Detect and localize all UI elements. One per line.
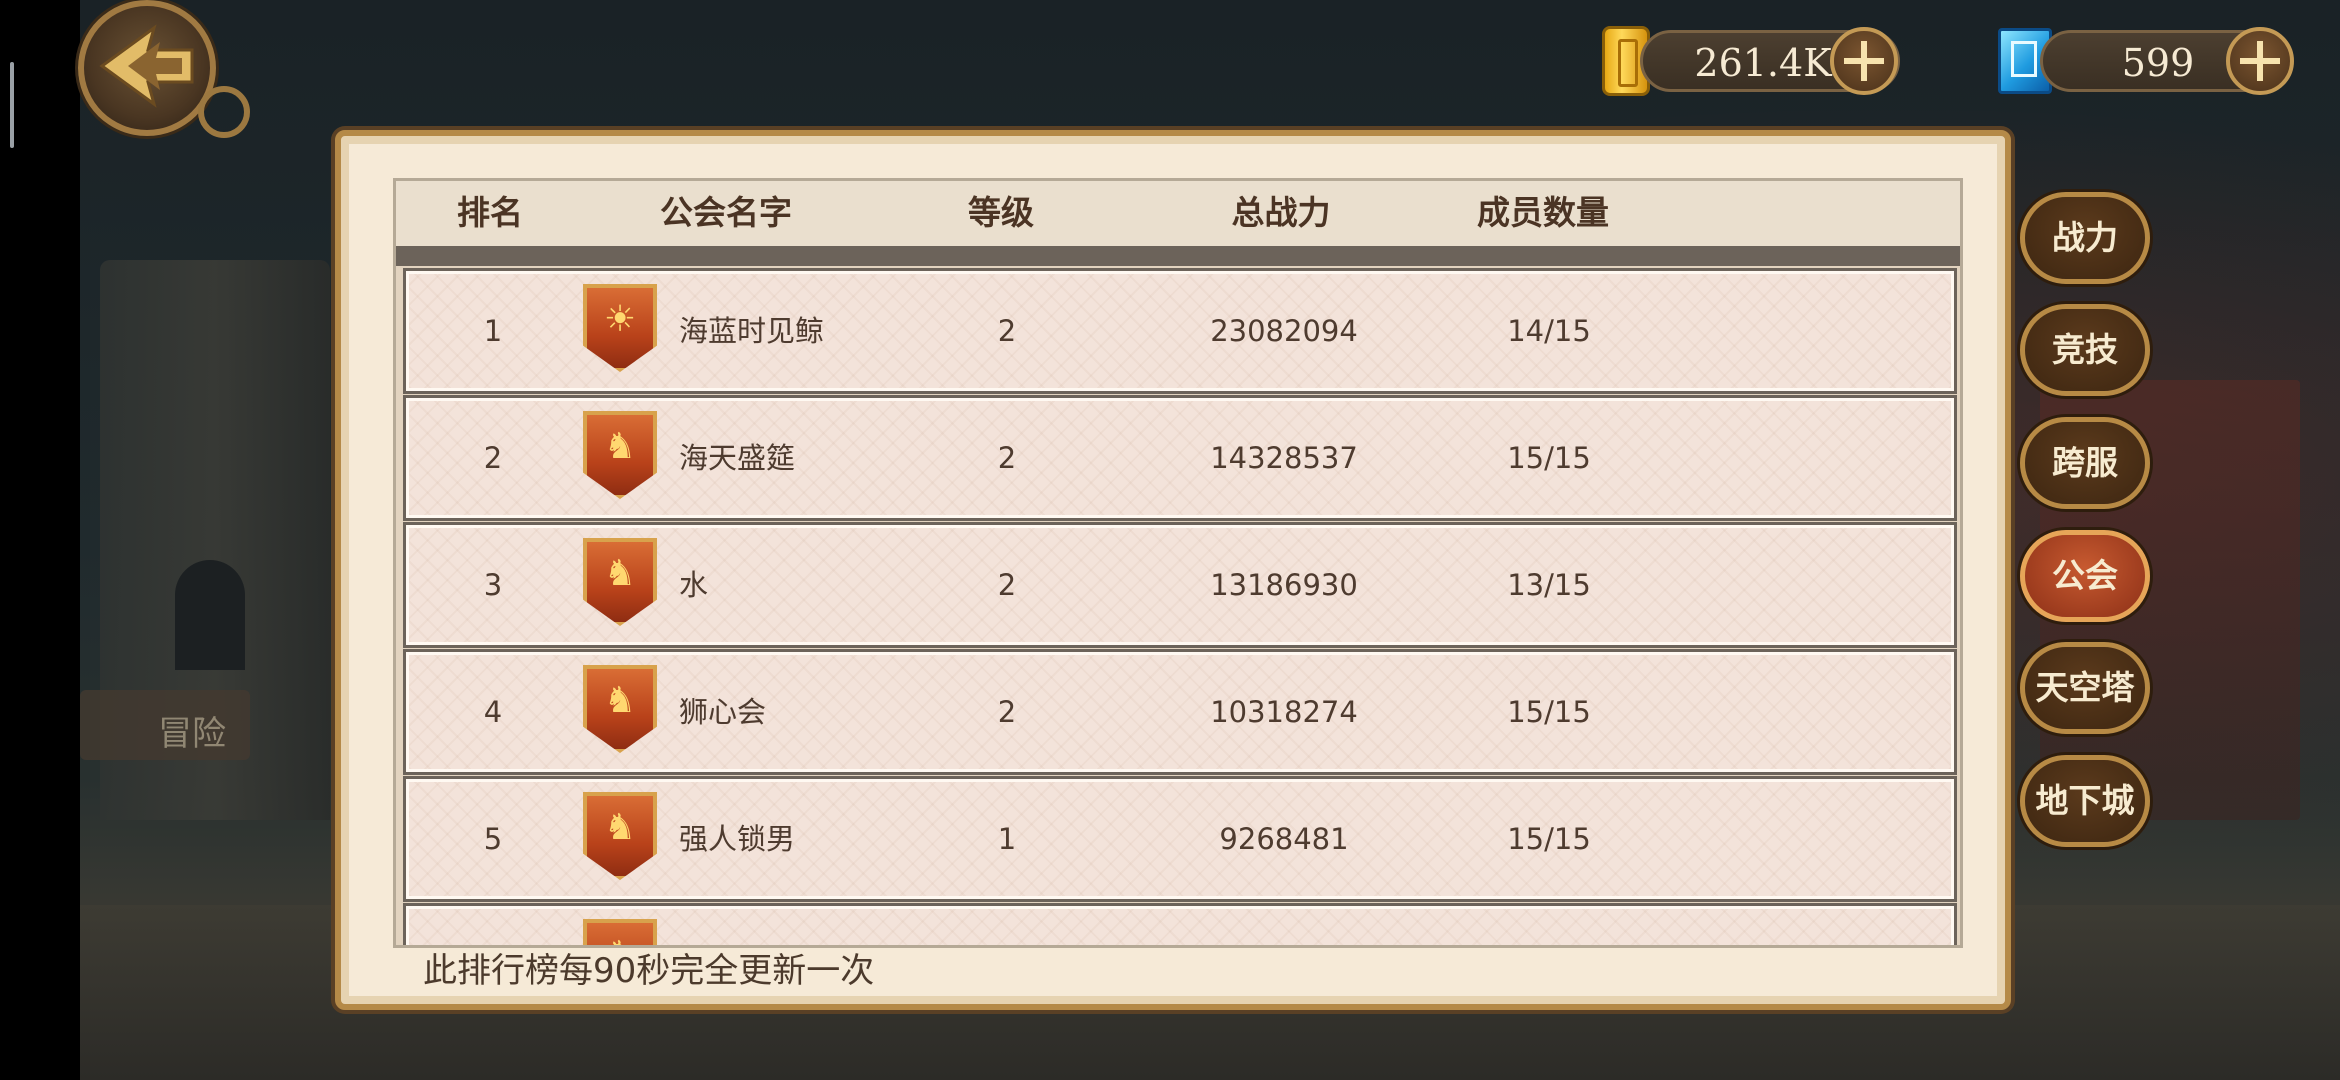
tab-arena-label: 竞技 xyxy=(2052,330,2118,369)
table-row[interactable]: 1 ☀ 海蓝时见鲸 2 23082094 14/15 xyxy=(406,271,1954,391)
guild-name-cell: 海蓝时见鲸 xyxy=(679,314,825,348)
back-button-ring-ornament xyxy=(198,86,250,138)
members-cell: 15/15 xyxy=(1507,822,1591,856)
plus-icon xyxy=(2240,41,2280,81)
tab-guild[interactable]: 公会 xyxy=(2020,530,2150,622)
tab-arena[interactable]: 竞技 xyxy=(2020,304,2150,396)
sun-emblem-icon: ☀ xyxy=(583,284,657,372)
dragon-emblem-icon: ♞ xyxy=(583,665,657,753)
members-cell: 13/15 xyxy=(1507,568,1591,602)
rank-cell: 3 xyxy=(483,568,503,602)
table-row[interactable]: 3 ♞ 水 2 13186930 13/15 xyxy=(406,525,1954,645)
table-row[interactable]: 2 ♞ 海天盛筵 2 14328537 15/15 xyxy=(406,398,1954,518)
rank-cell: 2 xyxy=(483,441,503,475)
level-cell: 2 xyxy=(997,314,1017,348)
dragon-emblem-icon: ♞ xyxy=(583,538,657,626)
table-row[interactable]: 4 ♞ 狮心会 2 10318274 15/15 xyxy=(406,652,1954,772)
rank-cell: 1 xyxy=(483,314,503,348)
dragon-emblem-icon: ♞ xyxy=(583,919,657,945)
rank-cell: 5 xyxy=(483,822,503,856)
header-members: 成员数量 xyxy=(1477,193,1609,232)
header-level: 等级 xyxy=(968,193,1034,232)
back-arrow-icon xyxy=(99,24,194,108)
add-gold-button[interactable] xyxy=(1830,27,1898,95)
members-cell: 15/15 xyxy=(1507,441,1591,475)
rank-cell: 4 xyxy=(483,695,503,729)
header-total-power: 总战力 xyxy=(1231,193,1331,232)
back-button[interactable] xyxy=(78,0,216,136)
refresh-note: 此排行榜每90秒完全更新一次 xyxy=(423,951,875,991)
header-rank: 排名 xyxy=(457,193,523,232)
dragon-emblem-icon: ♞ xyxy=(583,792,657,880)
guild-name-cell: 海天盛筵 xyxy=(679,441,796,475)
members-cell: 15/15 xyxy=(1507,695,1591,729)
power-cell: 10318274 xyxy=(1210,695,1358,729)
level-cell: 1 xyxy=(997,822,1017,856)
tab-dungeon[interactable]: 地下城 xyxy=(2020,755,2150,847)
left-black-strip xyxy=(0,0,80,1080)
level-cell: 2 xyxy=(997,441,1017,475)
background-sign-text: 冒险 xyxy=(158,714,226,754)
system-edge-indicator xyxy=(10,62,14,148)
power-cell: 23082094 xyxy=(1210,314,1358,348)
plus-icon xyxy=(1844,41,1884,81)
tab-power[interactable]: 战力 xyxy=(2020,192,2150,284)
header-guild-name: 公会名字 xyxy=(660,193,792,232)
guild-name-cell: 强人锁男 xyxy=(679,822,796,856)
header-divider xyxy=(396,246,1960,266)
tab-guild-label: 公会 xyxy=(2052,556,2118,595)
level-cell: 2 xyxy=(997,695,1017,729)
tab-sky-tower[interactable]: 天空塔 xyxy=(2020,642,2150,734)
background-tower-door xyxy=(175,560,245,670)
power-cell: 9268481 xyxy=(1219,822,1349,856)
table-row-partial[interactable]: ♞ xyxy=(406,906,1954,945)
power-cell: 13186930 xyxy=(1210,568,1358,602)
ranking-table[interactable]: 排名 公会名字 等级 总战力 成员数量 1 ☀ 海蓝时见鲸 2 23082094… xyxy=(393,178,1963,948)
gem-amount: 599 xyxy=(2121,41,2195,85)
tab-cross-server[interactable]: 跨服 xyxy=(2020,417,2150,509)
ranking-panel: 排名 公会名字 等级 总战力 成员数量 1 ☀ 海蓝时见鲸 2 23082094… xyxy=(335,130,2011,1010)
add-gem-button[interactable] xyxy=(2226,27,2294,95)
level-cell: 2 xyxy=(997,568,1017,602)
members-cell: 14/15 xyxy=(1507,314,1591,348)
tab-dungeon-label: 地下城 xyxy=(2035,781,2135,820)
tab-sky-tower-label: 天空塔 xyxy=(2035,668,2135,707)
guild-name-cell: 狮心会 xyxy=(679,695,767,729)
table-row[interactable]: 5 ♞ 强人锁男 1 9268481 15/15 xyxy=(406,779,1954,899)
table-header: 排名 公会名字 等级 总战力 成员数量 xyxy=(396,181,1960,246)
dragon-emblem-icon: ♞ xyxy=(583,411,657,499)
tab-power-label: 战力 xyxy=(2052,218,2118,257)
guild-name-cell: 水 xyxy=(679,568,709,602)
power-cell: 14328537 xyxy=(1210,441,1358,475)
tab-cross-server-label: 跨服 xyxy=(2052,443,2118,482)
